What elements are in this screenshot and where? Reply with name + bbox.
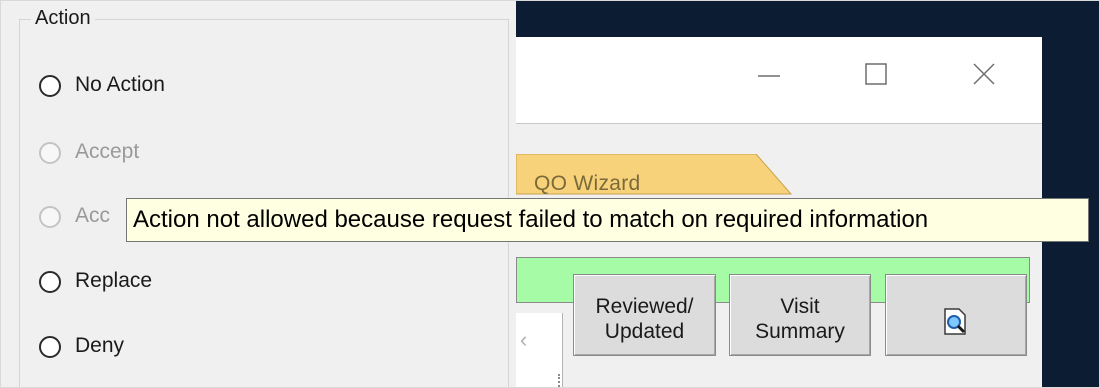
minimize-icon[interactable] xyxy=(748,59,788,89)
action-dialog: Action No Action Accept Acc Replace Deny xyxy=(1,1,516,387)
chevron-left-icon[interactable]: ‹ xyxy=(520,327,527,353)
tooltip: Action not allowed because request faile… xyxy=(126,198,1089,242)
radio-button-icon xyxy=(39,206,61,228)
screenshot-frame: QO Wizard ‹ Reviewed/ Updated Visit Summ… xyxy=(0,0,1100,388)
close-icon[interactable] xyxy=(964,59,1004,89)
visit-summary-label: Visit Summary xyxy=(755,295,845,343)
radio-button-icon[interactable] xyxy=(39,75,61,97)
maximize-icon[interactable] xyxy=(856,59,896,89)
document-preview-button[interactable] xyxy=(885,274,1027,356)
resize-grip-icon[interactable] xyxy=(558,374,568,387)
document-preview-icon xyxy=(944,308,966,335)
radio-button-icon[interactable] xyxy=(39,336,61,358)
radio-label: Deny xyxy=(75,334,125,357)
radio-button-icon xyxy=(39,142,61,164)
list-panel: ‹ xyxy=(516,313,563,387)
radio-button-icon[interactable] xyxy=(39,271,61,293)
radio-label: Acc xyxy=(75,204,111,227)
reviewed-updated-button[interactable]: Reviewed/ Updated xyxy=(573,274,716,356)
tab-label: QO Wizard xyxy=(534,172,641,195)
radio-label: Replace xyxy=(75,269,153,292)
window-titlebar xyxy=(516,37,1042,123)
radio-label: Accept xyxy=(75,140,140,163)
action-group-label: Action xyxy=(31,7,95,30)
visit-summary-button[interactable]: Visit Summary xyxy=(729,274,871,356)
radio-label: No Action xyxy=(75,73,165,96)
reviewed-updated-label: Reviewed/ Updated xyxy=(595,295,694,343)
